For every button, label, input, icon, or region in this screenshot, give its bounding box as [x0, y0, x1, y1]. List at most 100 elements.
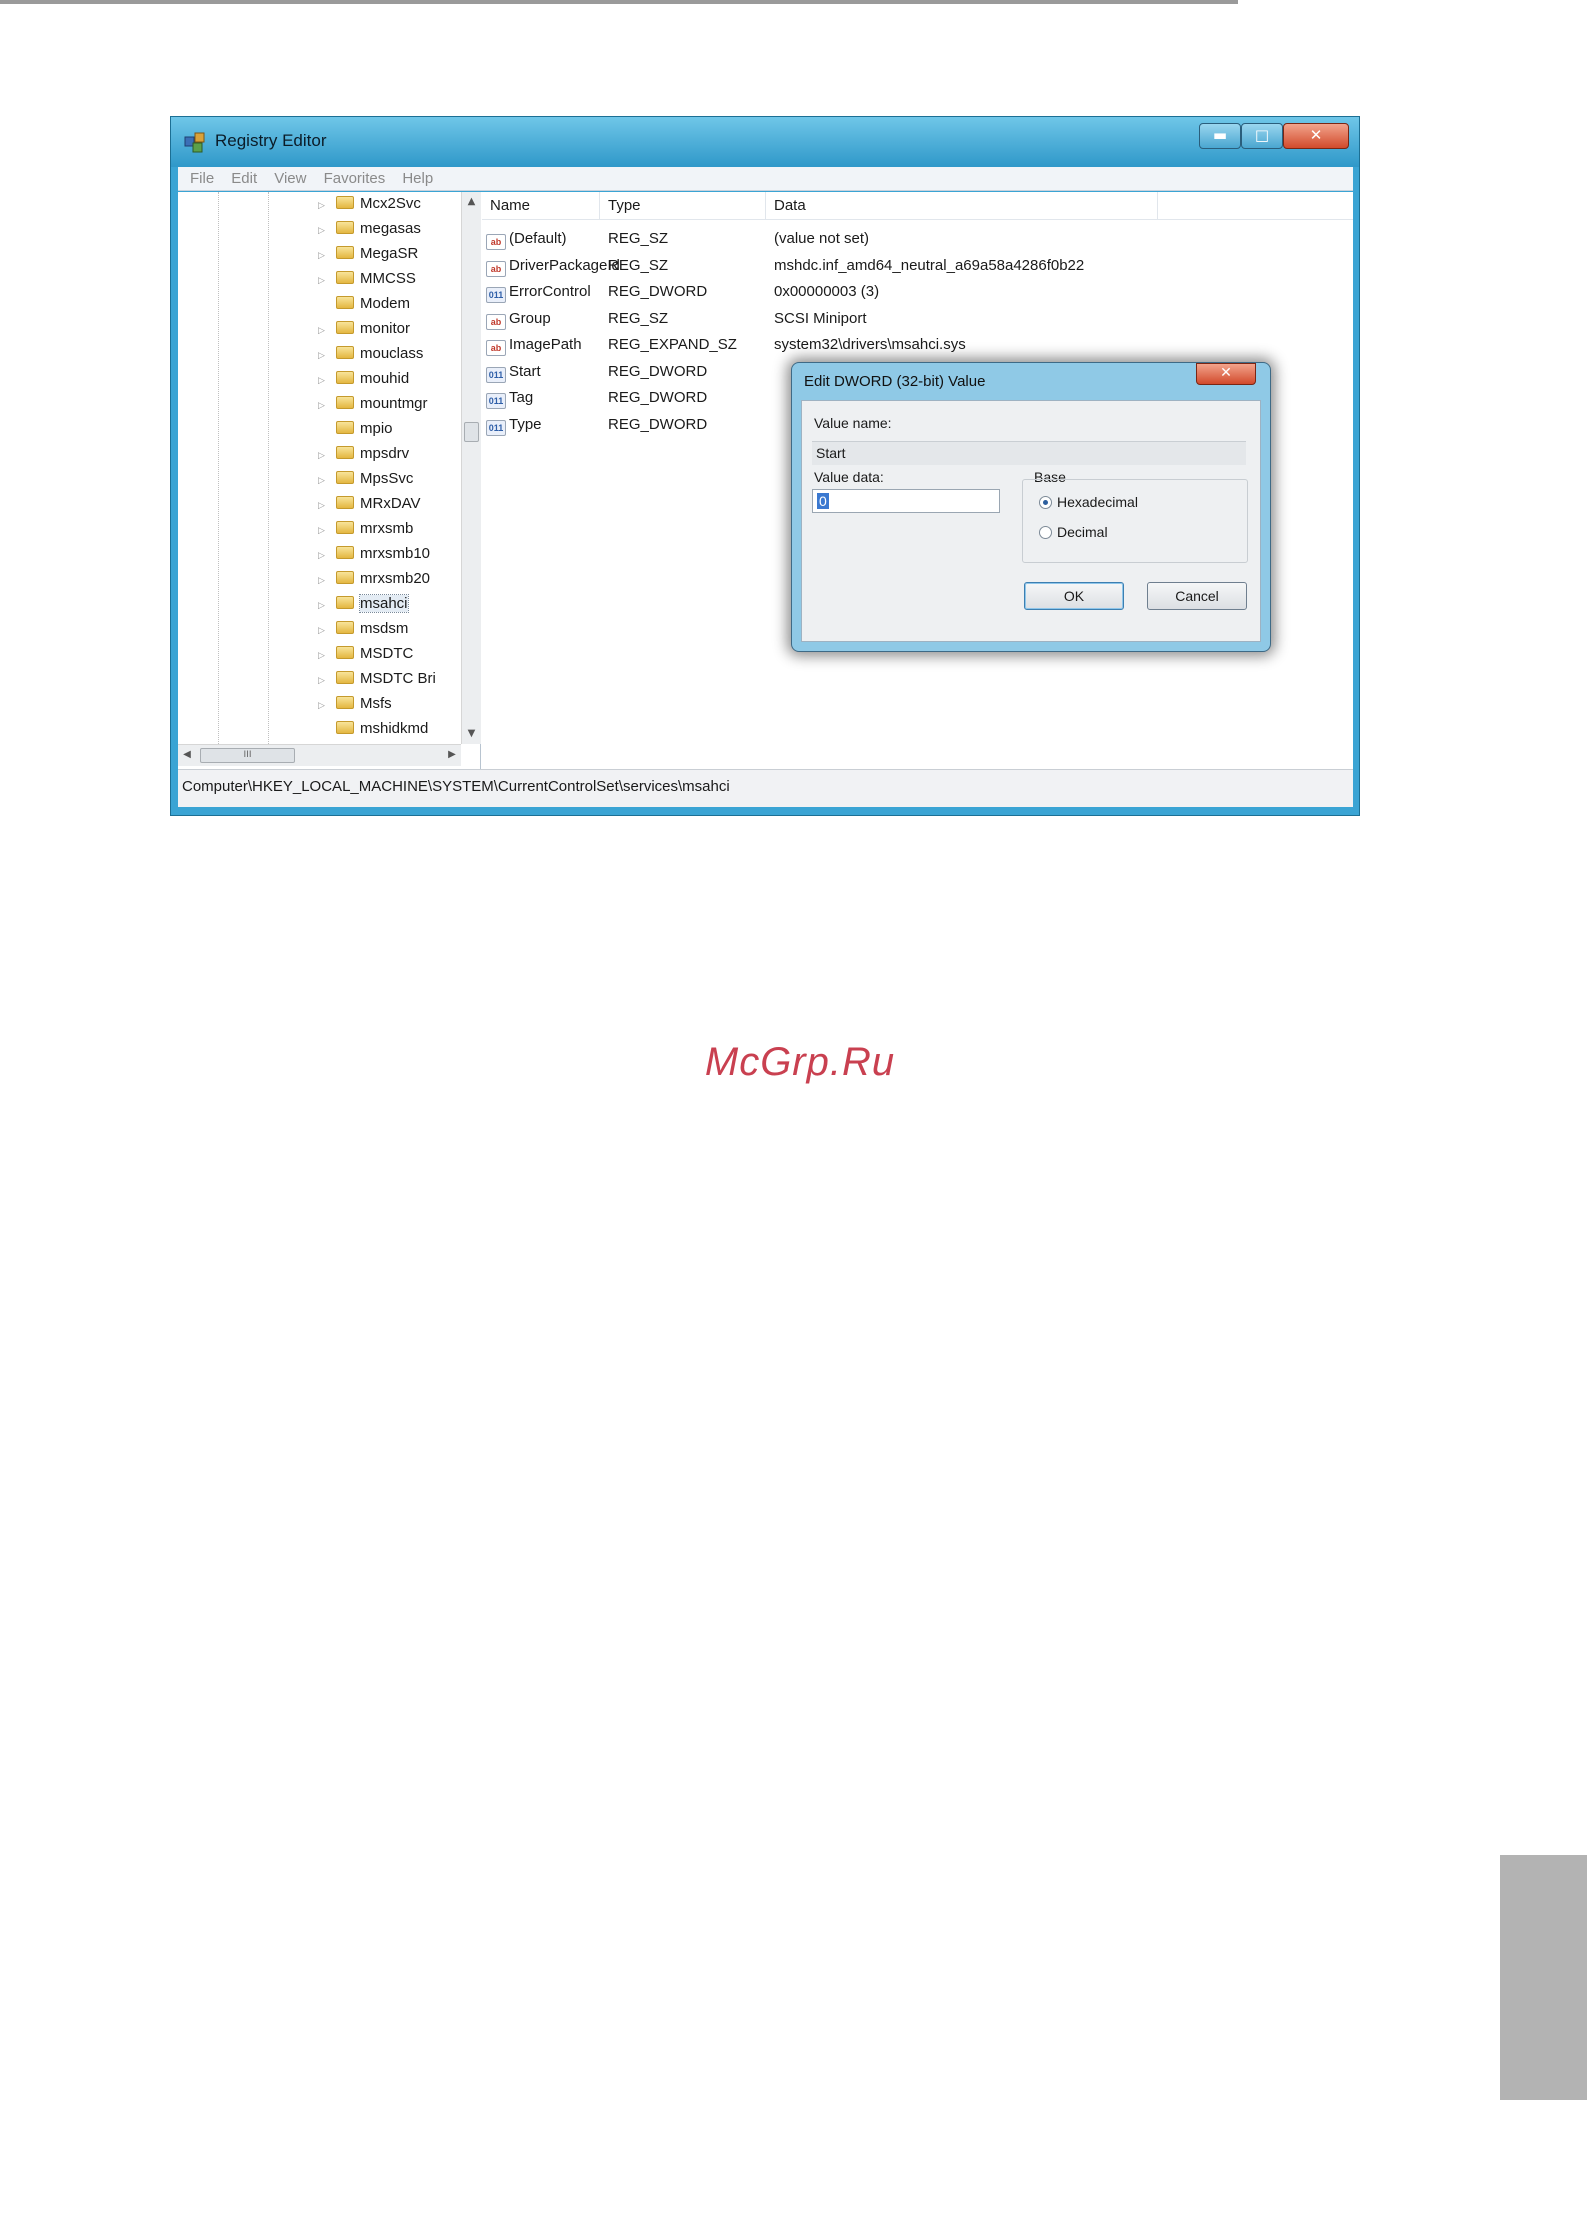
- page-top-rule: [0, 0, 1238, 4]
- tree-item[interactable]: ▷ mrxsmb: [318, 520, 413, 544]
- column-header-name[interactable]: Name: [482, 192, 600, 220]
- tree-guide-line: [268, 192, 269, 744]
- folder-icon: [336, 271, 354, 284]
- close-button[interactable]: ✕: [1283, 123, 1349, 149]
- tree-item[interactable]: ▷ megasas: [318, 220, 421, 244]
- string-value-icon: ab: [486, 260, 506, 277]
- scroll-right-icon[interactable]: ▶: [443, 745, 461, 765]
- tree-item[interactable]: ▷ mouhid: [318, 370, 409, 394]
- expand-arrow-icon[interactable]: ▷: [318, 675, 330, 686]
- value-data-cell: 0x00000003 (3): [774, 283, 880, 300]
- scroll-left-icon[interactable]: ◀: [178, 745, 196, 765]
- value-row[interactable]: ab Group REG_SZ SCSI Miniport: [482, 306, 1353, 332]
- expand-arrow-icon[interactable]: ▷: [318, 450, 330, 461]
- expand-arrow-icon[interactable]: ▷: [318, 500, 330, 511]
- value-name: ErrorControl: [509, 283, 591, 300]
- tree-item-label: MSDTC Bri: [360, 670, 436, 687]
- expand-arrow-icon[interactable]: ▷: [318, 525, 330, 536]
- tree-item-label: MMCSS: [360, 270, 416, 287]
- folder-icon: [336, 646, 354, 659]
- tree-item[interactable]: ▷ MMCSS: [318, 270, 416, 294]
- tree-item-label: mpio: [360, 420, 393, 437]
- tree-item[interactable]: ▷ MpsSvc: [318, 470, 413, 494]
- menu-help[interactable]: Help: [402, 167, 433, 191]
- expand-arrow-icon[interactable]: ▷: [318, 575, 330, 586]
- scroll-up-icon[interactable]: ▲: [462, 192, 481, 212]
- column-header-data[interactable]: Data: [766, 192, 1158, 220]
- value-name: DriverPackageId: [509, 256, 620, 274]
- minimize-button[interactable]: ▬: [1199, 123, 1241, 149]
- base-group: Hexadecimal Decimal: [1022, 479, 1248, 563]
- tree-horizontal-scrollbar[interactable]: ◀ III ▶: [178, 744, 461, 766]
- ok-button[interactable]: OK: [1024, 582, 1124, 610]
- tree-item-label: mountmgr: [360, 395, 428, 412]
- tree-item-label: mrxsmb10: [360, 545, 431, 562]
- tree-item-label: Msfs: [360, 695, 392, 712]
- cancel-button[interactable]: Cancel: [1147, 582, 1247, 610]
- scroll-thumb[interactable]: III: [200, 748, 295, 763]
- tree-item[interactable]: ▷ MSDTC: [318, 645, 413, 669]
- menu-file[interactable]: File: [190, 167, 214, 191]
- tree-item-label: Mcx2Svc: [360, 195, 421, 212]
- tree-item[interactable]: ▷ mpsdrv: [318, 445, 409, 469]
- expand-arrow-icon[interactable]: ▷: [318, 275, 330, 286]
- value-name-cell: ab Group: [486, 306, 551, 332]
- expand-arrow-icon[interactable]: ▷: [318, 200, 330, 211]
- expand-arrow-icon[interactable]: ▷: [318, 475, 330, 486]
- tree-item[interactable]: ▷ mrxsmb20: [318, 570, 430, 594]
- dialog-close-button[interactable]: ✕: [1196, 363, 1256, 385]
- expand-arrow-icon[interactable]: ▷: [318, 250, 330, 261]
- expand-arrow-icon[interactable]: ▷: [318, 650, 330, 661]
- folder-icon: [336, 421, 354, 434]
- tree-item[interactable]: ▷ MSDTC Bri: [318, 670, 436, 694]
- expand-arrow-icon[interactable]: ▷: [318, 625, 330, 636]
- radio-decimal[interactable]: Decimal: [1039, 524, 1108, 540]
- tree-item[interactable]: ▷ mouclass: [318, 345, 423, 369]
- menu-favorites[interactable]: Favorites: [324, 167, 386, 191]
- dialog-body: Value name: Start Value data: 0 Base Hex…: [801, 400, 1261, 642]
- expand-arrow-icon[interactable]: ▷: [318, 600, 330, 611]
- window-title: Registry Editor: [215, 131, 327, 150]
- maximize-button[interactable]: □: [1241, 123, 1283, 149]
- value-type-cell: REG_SZ: [608, 309, 669, 327]
- tree-item[interactable]: ▷ msahci: [318, 594, 409, 619]
- scroll-thumb[interactable]: [464, 422, 479, 442]
- folder-icon: [336, 571, 354, 584]
- expand-arrow-icon[interactable]: ▷: [318, 375, 330, 386]
- value-data-cell: mshdc.inf_amd64_neutral_a69a58a4286f0b22: [774, 256, 1085, 274]
- value-row[interactable]: ab (Default) REG_SZ (value not set): [482, 226, 1353, 252]
- value-data-input[interactable]: 0: [812, 489, 1000, 513]
- tree-vertical-scrollbar[interactable]: ▲ ▼: [461, 192, 481, 744]
- radio-hexadecimal[interactable]: Hexadecimal: [1039, 494, 1138, 510]
- value-row[interactable]: ab DriverPackageId REG_SZ mshdc.inf_amd64_n…: [482, 253, 1353, 279]
- title-bar[interactable]: Registry Editor ▬ □ ✕: [171, 117, 1359, 167]
- column-header-type[interactable]: Type: [600, 192, 766, 220]
- menu-edit[interactable]: Edit: [231, 167, 257, 191]
- tree-item[interactable]: ▷ mountmgr: [318, 395, 428, 419]
- tree-item[interactable]: ▷ msdsm: [318, 620, 408, 644]
- scroll-down-icon[interactable]: ▼: [462, 724, 481, 744]
- tree-item[interactable]: Modem: [318, 295, 410, 319]
- watermark-text: McGrp.Ru: [704, 1040, 896, 1084]
- expand-arrow-icon[interactable]: ▷: [318, 400, 330, 411]
- tree-item-label: MpsSvc: [360, 470, 414, 487]
- tree-item[interactable]: ▷ Msfs: [318, 695, 392, 719]
- tree-item-label: mouhid: [360, 370, 410, 387]
- tree-item[interactable]: ▷ mrxsmb10: [318, 545, 430, 569]
- tree-item-label: megasas: [360, 220, 421, 237]
- folder-icon: [336, 521, 354, 534]
- tree-item[interactable]: ▷ Mcx2Svc: [318, 195, 421, 219]
- menu-view[interactable]: View: [274, 167, 306, 191]
- tree-item[interactable]: ▷ MegaSR: [318, 245, 418, 269]
- expand-arrow-icon[interactable]: ▷: [318, 325, 330, 336]
- expand-arrow-icon[interactable]: ▷: [318, 700, 330, 711]
- expand-arrow-icon[interactable]: ▷: [318, 225, 330, 236]
- tree-item[interactable]: ▷ MRxDAV: [318, 495, 421, 519]
- expand-arrow-icon[interactable]: ▷: [318, 550, 330, 561]
- tree-item[interactable]: mpio: [318, 420, 393, 444]
- value-row[interactable]: 011 ErrorControl REG_DWORD 0x00000003 (3): [482, 279, 1353, 305]
- value-row[interactable]: ab ImagePath REG_EXPAND_SZ system32\drivers…: [482, 332, 1353, 358]
- expand-arrow-icon[interactable]: ▷: [318, 350, 330, 361]
- tree-item[interactable]: ▷ monitor: [318, 320, 410, 344]
- tree-item[interactable]: mshidkmd: [318, 720, 428, 744]
